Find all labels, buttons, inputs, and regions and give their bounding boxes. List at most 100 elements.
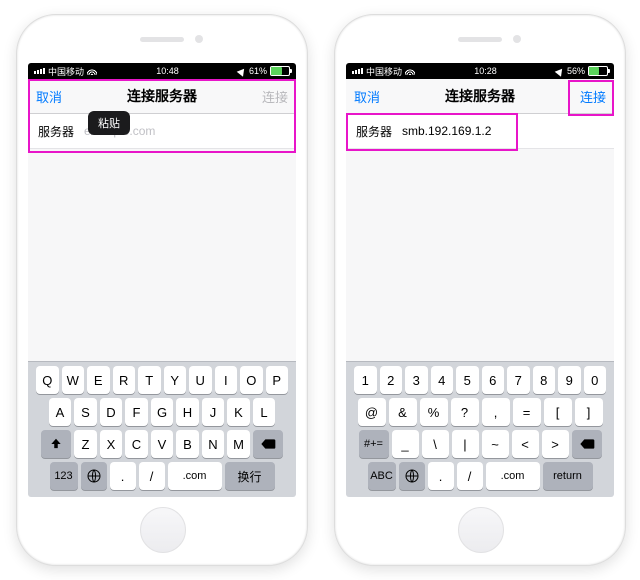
battery-pct: 56%: [567, 66, 585, 76]
key-o[interactable]: O: [240, 366, 263, 394]
nav-title: 连接服务器: [127, 86, 197, 106]
home-button[interactable]: [458, 507, 504, 553]
carrier-label: 中国移动: [366, 65, 402, 78]
key-g[interactable]: G: [151, 398, 174, 426]
key-=[interactable]: =: [513, 398, 541, 426]
key-\[interactable]: \: [422, 430, 449, 458]
abc-key[interactable]: ABC: [368, 462, 396, 490]
kb-row2: @&%?,=[]: [349, 398, 611, 426]
key-a[interactable]: A: [49, 398, 72, 426]
return-key[interactable]: 换行: [225, 462, 275, 490]
return-key[interactable]: return: [543, 462, 593, 490]
key-b[interactable]: B: [176, 430, 199, 458]
keyboard: 1234567890 @&%?,=[] #+= _\|~<> ABC . / .…: [346, 361, 614, 497]
status-bar: 中国移动 10:48 61%: [28, 63, 296, 79]
key-&[interactable]: &: [389, 398, 417, 426]
key-@[interactable]: @: [358, 398, 386, 426]
nav-bar: 取消 连接服务器 连接: [346, 79, 614, 114]
key-][interactable]: ]: [575, 398, 603, 426]
key-n[interactable]: N: [202, 430, 225, 458]
phone-left: 中国移动 10:48 61% 取消 连接服务器 连接 服务器 example.c…: [16, 14, 308, 566]
key-x[interactable]: X: [100, 430, 123, 458]
front-camera: [195, 35, 203, 43]
key-s[interactable]: S: [74, 398, 97, 426]
key-,[interactable]: ,: [482, 398, 510, 426]
server-input[interactable]: smb.192.169.1.2: [402, 124, 491, 138]
slash-key[interactable]: /: [139, 462, 165, 490]
key->[interactable]: >: [542, 430, 569, 458]
key-7[interactable]: 7: [507, 366, 530, 394]
key-t[interactable]: T: [138, 366, 161, 394]
backspace-icon: [579, 438, 595, 450]
key-5[interactable]: 5: [456, 366, 479, 394]
key-k[interactable]: K: [227, 398, 250, 426]
location-icon: [237, 66, 248, 76]
symbols-key[interactable]: #+=: [359, 430, 389, 458]
key-2[interactable]: 2: [380, 366, 403, 394]
globe-icon: [86, 468, 102, 484]
key-j[interactable]: J: [202, 398, 225, 426]
globe-key[interactable]: [399, 462, 425, 490]
key-w[interactable]: W: [62, 366, 85, 394]
numbers-key[interactable]: 123: [50, 462, 78, 490]
key-[[interactable]: [: [544, 398, 572, 426]
key-?[interactable]: ?: [451, 398, 479, 426]
key-~[interactable]: ~: [482, 430, 509, 458]
key-d[interactable]: D: [100, 398, 123, 426]
screen: 中国移动 10:48 61% 取消 连接服务器 连接 服务器 example.c…: [28, 63, 296, 497]
globe-key[interactable]: [81, 462, 107, 490]
signal-icon: [34, 68, 45, 74]
screen: 中国移动 10:28 56% 取消 连接服务器 连接 服务器 smb.192.1…: [346, 63, 614, 497]
key-6[interactable]: 6: [482, 366, 505, 394]
connect-button[interactable]: 连接: [580, 87, 606, 106]
connect-button[interactable]: 连接: [262, 87, 288, 106]
slash-key[interactable]: /: [457, 462, 483, 490]
shift-icon: [49, 437, 63, 451]
key-c[interactable]: C: [125, 430, 148, 458]
shift-key[interactable]: [41, 430, 71, 458]
key-|[interactable]: |: [452, 430, 479, 458]
key-r[interactable]: R: [113, 366, 136, 394]
key-8[interactable]: 8: [533, 366, 556, 394]
server-label: 服务器: [38, 123, 84, 140]
key-u[interactable]: U: [189, 366, 212, 394]
kb-row1: QWERTYUIOP: [31, 366, 293, 394]
server-row[interactable]: 服务器 example.com 粘贴: [28, 114, 296, 149]
dotcom-key[interactable]: .com: [486, 462, 540, 490]
key-y[interactable]: Y: [164, 366, 187, 394]
key-4[interactable]: 4: [431, 366, 454, 394]
key-h[interactable]: H: [176, 398, 199, 426]
key-3[interactable]: 3: [405, 366, 428, 394]
dot-key[interactable]: .: [110, 462, 136, 490]
key-1[interactable]: 1: [354, 366, 377, 394]
battery-icon: [270, 66, 290, 76]
key-l[interactable]: L: [253, 398, 276, 426]
key-q[interactable]: Q: [36, 366, 59, 394]
key-0[interactable]: 0: [584, 366, 607, 394]
key-%[interactable]: %: [420, 398, 448, 426]
backspace-icon: [260, 438, 276, 450]
cancel-button[interactable]: 取消: [36, 87, 62, 106]
dot-key[interactable]: .: [428, 462, 454, 490]
home-button[interactable]: [140, 507, 186, 553]
key-<[interactable]: <: [512, 430, 539, 458]
key-z[interactable]: Z: [74, 430, 97, 458]
key-9[interactable]: 9: [558, 366, 581, 394]
key-p[interactable]: P: [266, 366, 289, 394]
paste-popover[interactable]: 粘贴: [88, 111, 130, 135]
key-e[interactable]: E: [87, 366, 110, 394]
cancel-button[interactable]: 取消: [354, 87, 380, 106]
key-v[interactable]: V: [151, 430, 174, 458]
server-row[interactable]: 服务器 smb.192.169.1.2: [346, 114, 614, 149]
backspace-key[interactable]: [253, 430, 283, 458]
battery-icon: [588, 66, 608, 76]
dotcom-key[interactable]: .com: [168, 462, 222, 490]
keyboard: QWERTYUIOP ASDFGHJKL ZXCVBNM 123 . / .co…: [28, 361, 296, 497]
key-f[interactable]: F: [125, 398, 148, 426]
key-m[interactable]: M: [227, 430, 250, 458]
backspace-key[interactable]: [572, 430, 602, 458]
key-i[interactable]: I: [215, 366, 238, 394]
kb-row3: ZXCVBNM: [31, 430, 293, 458]
battery-pct: 61%: [249, 66, 267, 76]
key-_[interactable]: _: [392, 430, 419, 458]
